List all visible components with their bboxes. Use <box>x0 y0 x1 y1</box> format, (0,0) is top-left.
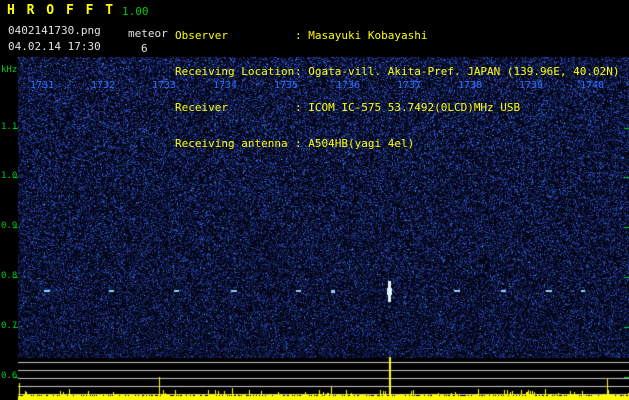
time-label: 1739 <box>519 80 544 91</box>
info-colon: : <box>295 65 309 78</box>
time-label: 1731 <box>30 80 55 91</box>
freq-label: 0.9 <box>1 221 18 231</box>
freq-unit-label: kHz <box>1 65 18 75</box>
time-label: 1734 <box>213 80 238 91</box>
info-label: Observer <box>175 29 228 42</box>
observation-datetime: 04.02.14 17:30 <box>8 40 101 53</box>
info-value: ICOM IC-575 53.7492(0LCD)MHz USB <box>308 101 521 114</box>
info-colon: : <box>295 137 309 150</box>
info-value: A504HB(yagi 4el) <box>308 137 415 150</box>
info-label: Receiving Location <box>175 65 295 78</box>
freq-label: 0.6 <box>1 371 18 381</box>
freq-label: 0.8 <box>1 271 18 281</box>
info-colon: : <box>295 29 309 42</box>
time-label: 1735 <box>274 80 299 91</box>
info-row-antenna: Receiving antenna: A504HB(yagi 4el) <box>175 138 620 150</box>
mode-label: meteor <box>128 27 168 40</box>
info-label: Receiver <box>175 101 228 114</box>
time-label: 1740 <box>580 80 605 91</box>
app-title: H R O F F T <box>7 3 116 18</box>
info-row-observer: Observer: Masayuki Kobayashi <box>175 30 620 42</box>
time-label: 1733 <box>152 80 177 91</box>
output-filename: 0402141730.png <box>8 24 101 37</box>
info-value: Ogata-vill. Akita-Pref. JAPAN (139.96E, … <box>308 65 620 78</box>
freq-label: 1.1 <box>1 122 18 132</box>
time-label: 1737 <box>397 80 422 91</box>
info-label: Receiving antenna <box>175 137 288 150</box>
info-row-location: Receiving Location: Ogata-vill. Akita-Pr… <box>175 66 620 78</box>
info-row-receiver: Receiver: ICOM IC-575 53.7492(0LCD)MHz U… <box>175 102 620 114</box>
meteor-count: 6 <box>141 42 148 55</box>
app-version: 1.00 <box>122 5 149 18</box>
freq-label: 1.0 <box>1 171 18 181</box>
time-label: 1732 <box>91 80 116 91</box>
freq-label: 0.7 <box>1 321 18 331</box>
time-label: 1738 <box>458 80 483 91</box>
info-colon: : <box>295 101 309 114</box>
hrofft-window: H R O F F T 1.00 0402141730.png meteor 0… <box>0 0 629 400</box>
time-label: 1736 <box>336 80 361 91</box>
info-value: Masayuki Kobayashi <box>308 29 428 42</box>
